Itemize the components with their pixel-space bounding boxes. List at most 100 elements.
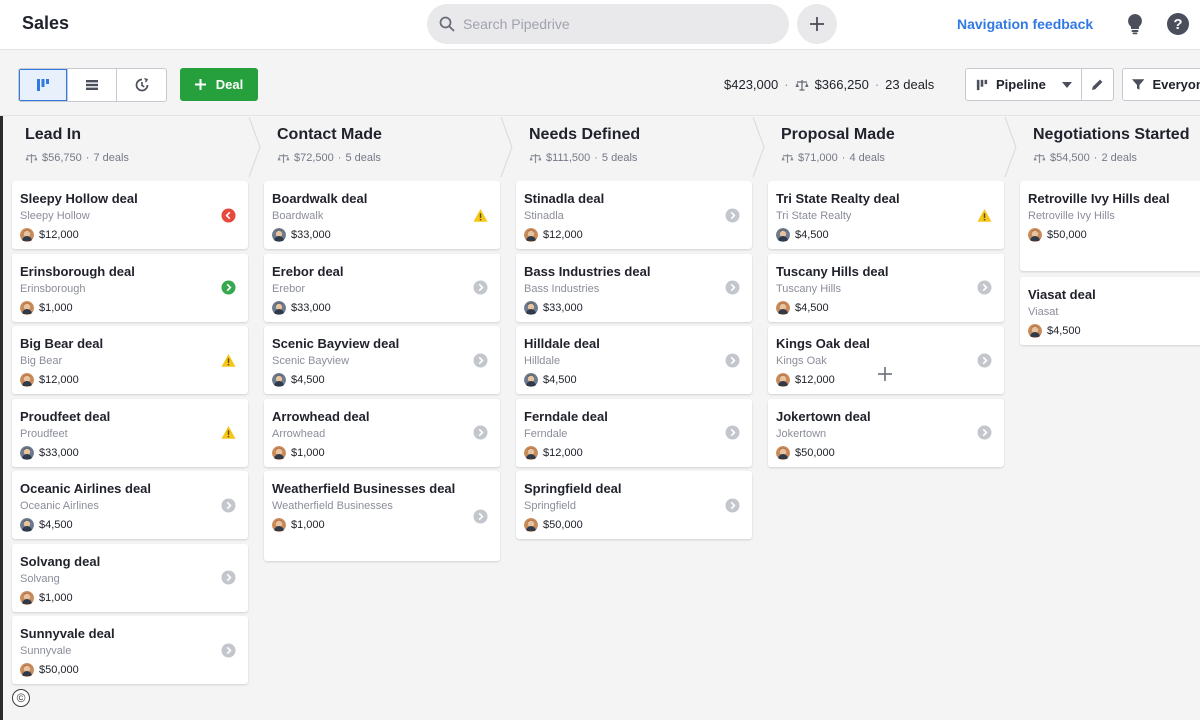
list-view-button[interactable] <box>68 69 117 101</box>
filter-label: Everyone <box>1152 77 1200 92</box>
no-activity-icon[interactable] <box>725 280 740 295</box>
no-activity-icon[interactable] <box>473 353 488 368</box>
stage-name: Negotiations Started <box>1033 126 1190 143</box>
deal-organization: Oceanic Airlines <box>20 500 99 512</box>
no-activity-icon[interactable] <box>725 425 740 440</box>
search-input[interactable] <box>463 16 763 32</box>
deal-value: $33,000 <box>291 301 331 314</box>
man-avatar <box>20 445 34 460</box>
deal-card[interactable]: Stinadla deal Stinadla $12,000 <box>516 181 752 249</box>
deal-value: $12,000 <box>795 374 835 386</box>
deal-card[interactable]: Solvang deal Solvang $1,000 <box>12 543 248 612</box>
deal-organization: Ferndale <box>524 427 568 440</box>
deal-organization: Viasat <box>1028 306 1059 318</box>
filter-icon <box>1132 79 1145 90</box>
no-activity-icon[interactable] <box>221 643 236 658</box>
deal-card[interactable]: Arrowhead deal Arrowhead $1,000 <box>264 398 500 467</box>
deal-card[interactable]: Erebor deal Erebor $33,000 <box>264 253 500 322</box>
separator-dot: · <box>841 152 846 164</box>
deal-value-row: $4,500 <box>1028 324 1200 338</box>
deal-card[interactable]: Boardwalk deal Boardwalk $33,000 <box>264 181 500 249</box>
add-deal-plus-icon[interactable] <box>876 365 894 383</box>
no-activity-icon[interactable] <box>473 280 488 295</box>
no-activity-icon[interactable] <box>221 570 236 585</box>
woman-avatar <box>272 518 286 532</box>
deal-value-row: $4,500 <box>524 373 744 387</box>
stage-meta: $111,500 · 5 deals <box>529 152 756 164</box>
deal-card[interactable]: Springfield deal Springfield $50,000 <box>516 471 752 539</box>
warning-icon[interactable] <box>473 208 488 223</box>
deal-organization: Big Bear <box>20 355 63 367</box>
stage-name: Proposal Made <box>781 126 895 143</box>
lightbulb-icon[interactable] <box>1125 13 1145 35</box>
deal-card[interactable]: Proudfeet deal Proudfeet $33,000 <box>12 398 248 467</box>
deal-card[interactable]: Sleepy Hollow deal Sleepy Hollow $12,000 <box>12 181 248 249</box>
deal-organization: Bass Industries <box>524 282 600 295</box>
scheduled-activity-icon[interactable] <box>221 280 236 295</box>
warning-icon[interactable] <box>977 208 992 223</box>
add-deal-button[interactable]: Deal <box>180 68 258 101</box>
view-switcher <box>18 68 167 102</box>
deal-card[interactable]: Ferndale deal Ferndale $12,000 <box>516 398 752 467</box>
deal-value: $4,500 <box>291 374 325 386</box>
deal-title: Oceanic Airlines deal <box>20 481 152 496</box>
warning-icon[interactable] <box>221 353 236 368</box>
help-icon[interactable]: ? <box>1167 13 1189 35</box>
deal-card[interactable]: Bass Industries deal Bass Industries $33,0… <box>516 253 752 322</box>
stage-divider-chevron <box>500 117 513 177</box>
deal-card[interactable]: Kings Oak deal Kings Oak $12,000 <box>768 326 1004 394</box>
deal-card[interactable]: Scenic Bayview deal Scenic Bayview $4,500 <box>264 326 500 394</box>
no-activity-icon[interactable] <box>977 425 992 440</box>
woman-avatar <box>1028 324 1042 338</box>
search-box[interactable] <box>427 4 789 44</box>
no-activity-icon[interactable] <box>473 509 488 524</box>
no-activity-icon[interactable] <box>473 425 488 440</box>
deal-card[interactable]: Weatherfield Businesses deal Weatherfield… <box>264 471 500 561</box>
navigation-feedback-link[interactable]: Navigation feedback <box>957 16 1093 32</box>
no-activity-icon[interactable] <box>221 498 236 513</box>
plus-icon <box>810 17 824 31</box>
edit-pipeline-button[interactable] <box>1081 68 1114 101</box>
deal-card[interactable]: Tri State Realty deal Tri State Realty $4,… <box>768 181 1004 249</box>
stage-weighted-value: $71,000 <box>798 152 838 164</box>
deal-organization: Scenic Bayview <box>272 355 350 367</box>
deal-value-row: $50,000 <box>776 445 996 460</box>
deal-card[interactable]: Oceanic Airlines deal Oceanic Airlines $4,… <box>12 471 248 539</box>
deal-organization: Sleepy Hollow <box>20 210 90 222</box>
no-activity-icon[interactable] <box>977 280 992 295</box>
deal-card[interactable]: Erinsborough deal Erinsborough $1,000 <box>12 253 248 322</box>
deal-card[interactable]: Jokertown deal Jokertown $50,000 <box>768 398 1004 467</box>
top-bar: Sales Navigation feedback ? <box>0 0 1200 50</box>
man-avatar <box>524 300 538 315</box>
no-activity-icon[interactable] <box>977 353 992 368</box>
deal-card[interactable]: Big Bear deal Big Bear $12,000 <box>12 326 248 394</box>
deal-title: Erinsborough deal <box>20 263 135 279</box>
woman-avatar <box>20 300 34 315</box>
woman-avatar <box>524 518 538 532</box>
deal-card[interactable]: Tuscany Hills deal Tuscany Hills $4,500 <box>768 253 1004 322</box>
deal-value-row: $33,000 <box>272 300 492 315</box>
deal-organization: Sunnyvale <box>20 645 72 657</box>
no-activity-icon[interactable] <box>725 353 740 368</box>
quick-add-button[interactable] <box>797 4 837 44</box>
warning-icon[interactable] <box>221 425 236 440</box>
overdue-activity-icon[interactable] <box>221 208 236 223</box>
no-activity-icon[interactable] <box>725 208 740 223</box>
pipeline-board: Lead In $56,750 · 7 deals Sleepy Hollow deal… <box>0 117 1200 720</box>
pipeline-view-button[interactable] <box>19 69 68 101</box>
deal-title: Viasat deal <box>1028 287 1096 302</box>
forecast-view-button[interactable] <box>117 69 166 101</box>
deal-organization: Boardwalk <box>272 210 324 222</box>
copyright-icon: © <box>12 689 30 707</box>
owner-filter[interactable]: Everyone <box>1122 68 1200 101</box>
deal-card[interactable]: Retroville Ivy Hills deal Retroville Ivy … <box>1020 181 1200 271</box>
deal-title: Tri State Realty deal <box>776 191 900 206</box>
deal-card[interactable]: Sunnyvale deal Sunnyvale $50,000 <box>12 616 248 684</box>
no-activity-icon[interactable] <box>725 498 740 513</box>
deal-value: $33,000 <box>543 301 583 314</box>
deal-card[interactable]: Hilldale deal Hilldale $4,500 <box>516 326 752 394</box>
deal-card[interactable]: Viasat deal Viasat $4,500 <box>1020 277 1200 345</box>
stage-meta: $71,000 · 4 deals <box>781 152 1008 164</box>
deal-value: $12,000 <box>543 229 583 241</box>
pipeline-select[interactable]: Pipeline <box>965 68 1082 101</box>
